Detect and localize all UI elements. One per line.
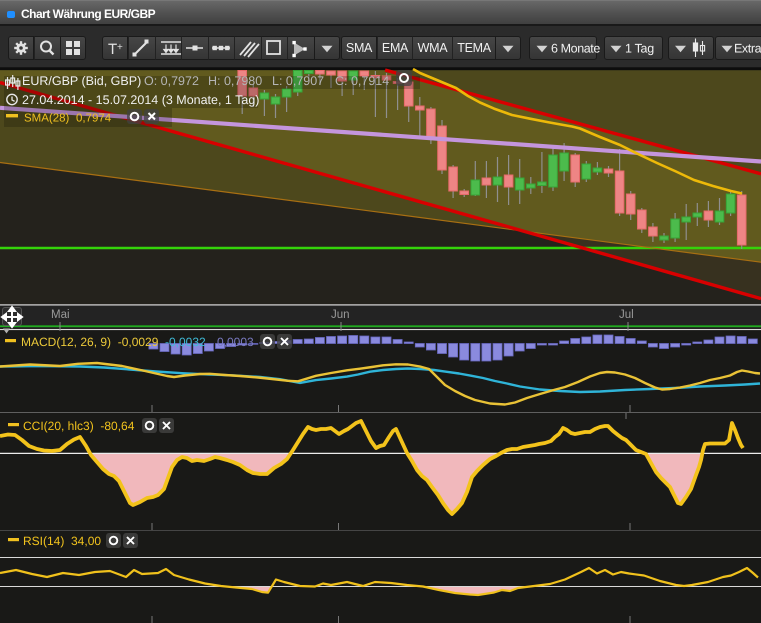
svg-text:1 Tag: 1 Tag — [625, 42, 654, 56]
svg-text:+: + — [117, 42, 123, 53]
svg-text:6 Monate: 6 Monate — [551, 42, 600, 56]
svg-text:Extra: Extra — [734, 42, 761, 56]
svg-text:T: T — [108, 41, 117, 58]
